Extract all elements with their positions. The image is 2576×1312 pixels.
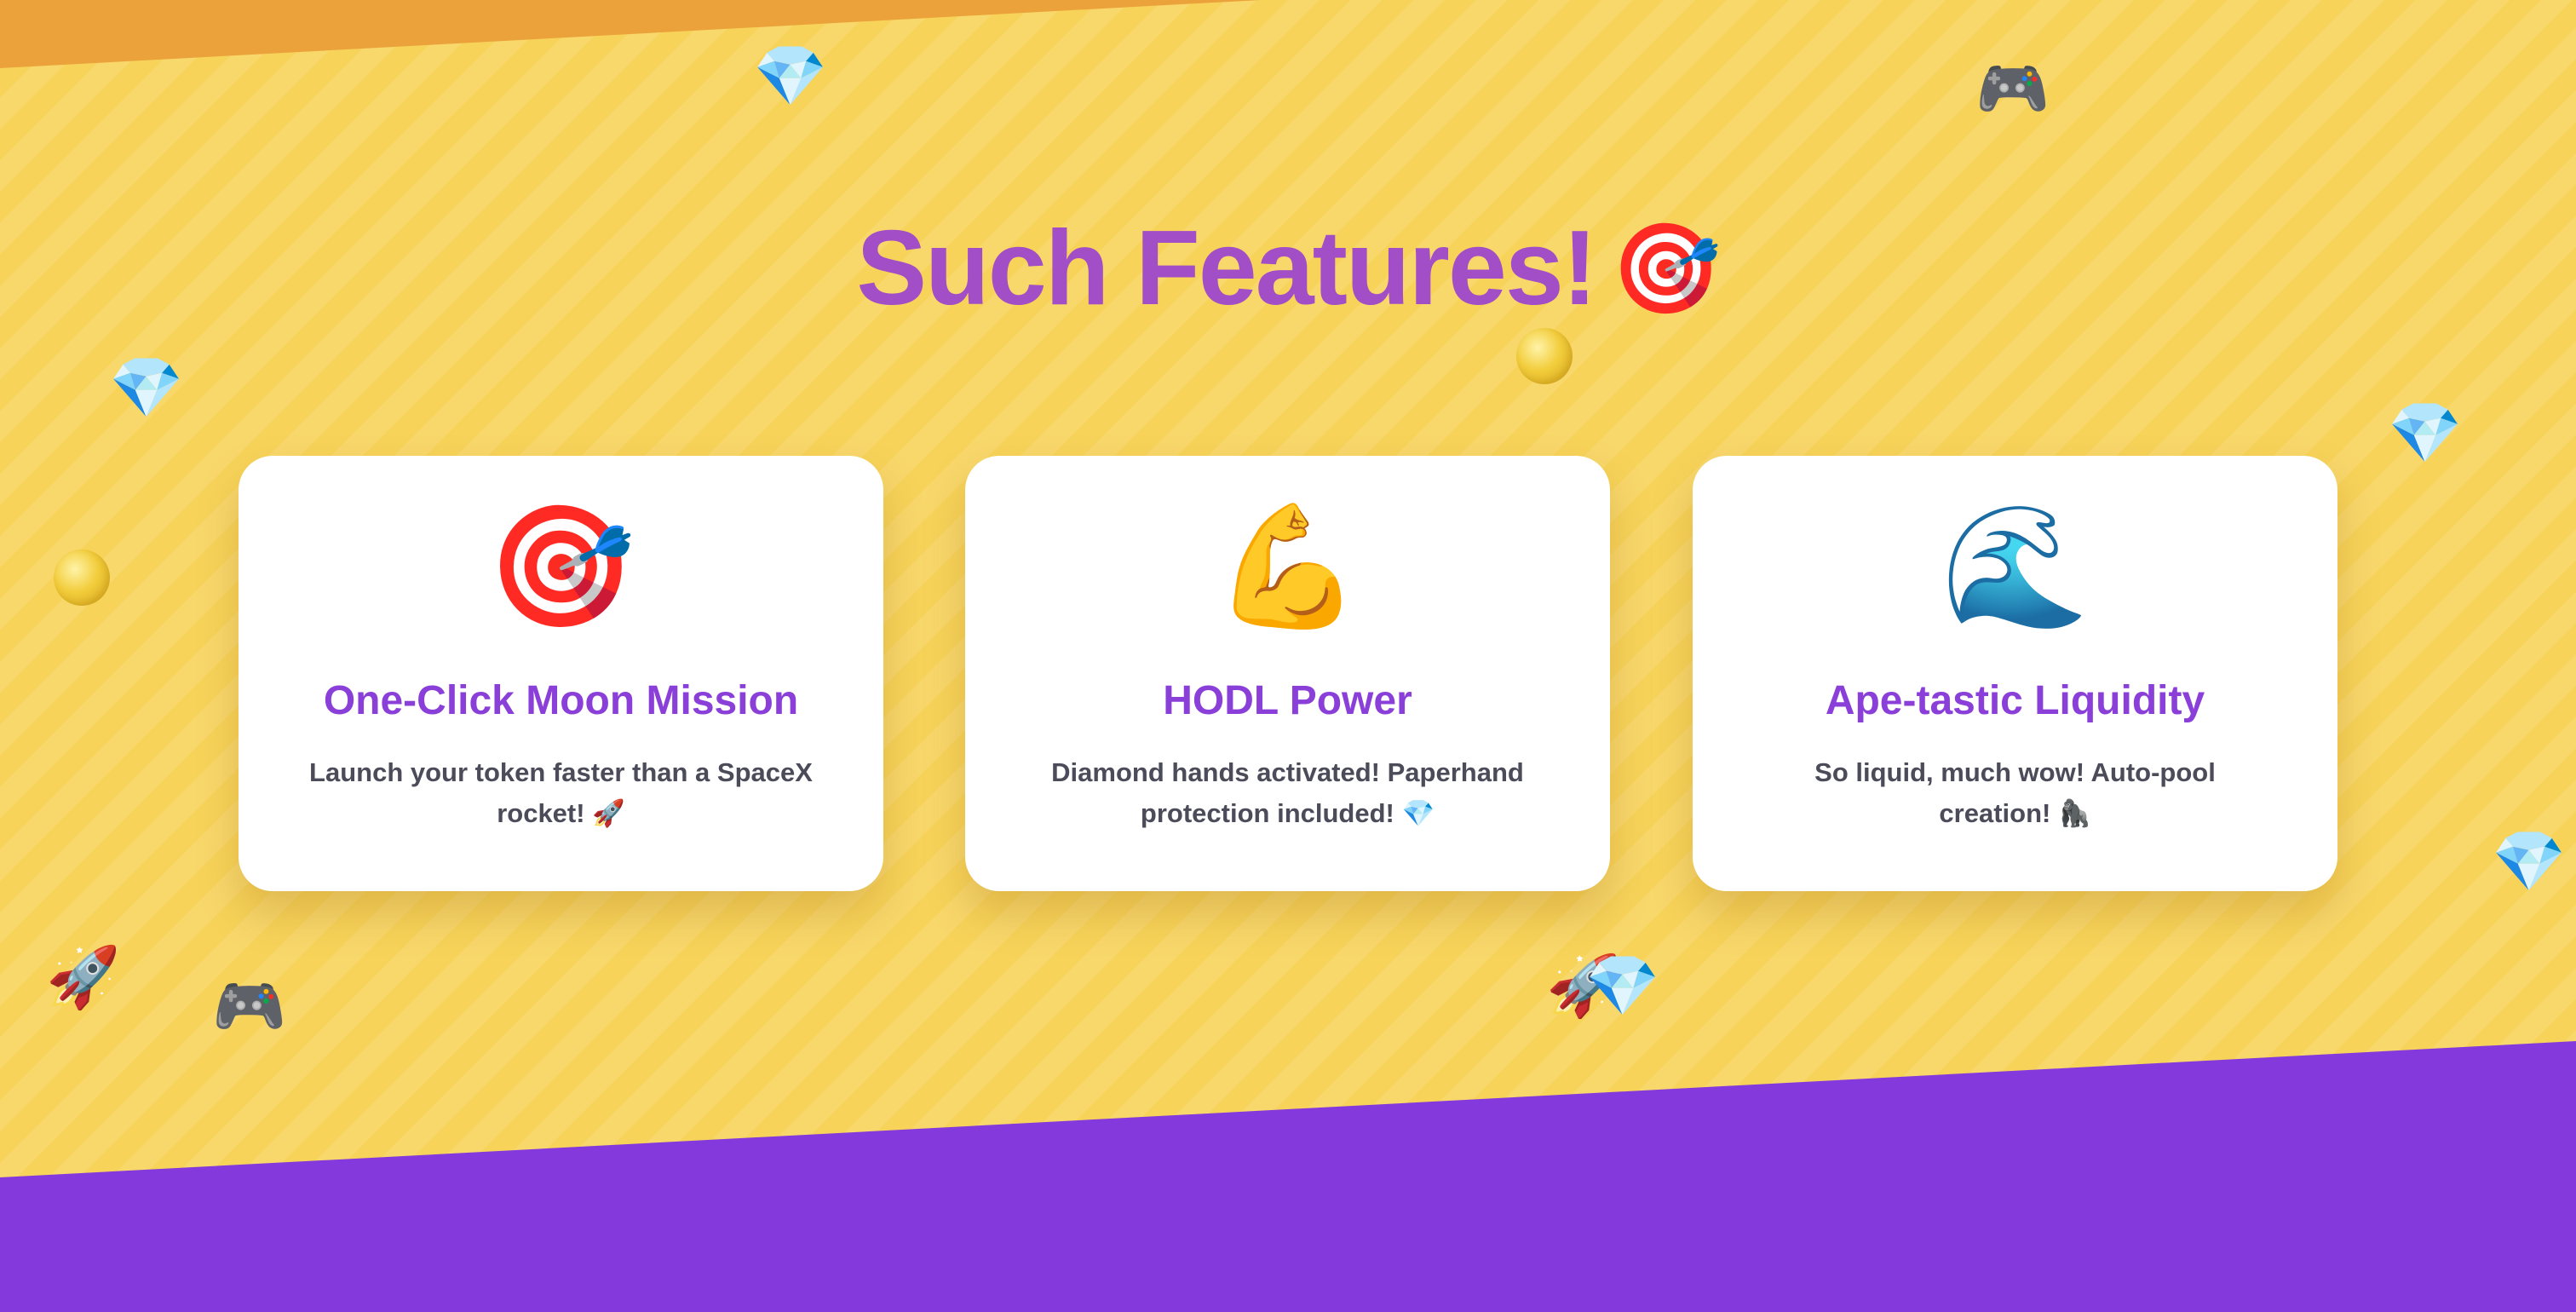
target-dart-icon: 🎯 (486, 499, 635, 633)
floating-gamepad-icon: 🎮 (1975, 55, 2050, 122)
feature-card-liquidity: 🌊 Ape-tastic Liquidity So liquid, much w… (1693, 456, 2337, 891)
features-section: 💎 🎮 💎 💎 💎 🚀 🎮 🚀 💎 Such Features! 🎯 🎯 One-… (0, 0, 2576, 1312)
water-wave-icon: 🌊 (1941, 499, 2090, 633)
section-title: Such Features! 🎯 (0, 204, 2576, 333)
floating-gamepad-icon: 🎮 (212, 973, 287, 1039)
feature-card-title: HODL Power (1163, 678, 1412, 723)
target-dart-icon: 🎯 (1611, 220, 1721, 319)
floating-rocket-icon: 🚀 (46, 944, 121, 1010)
top-decorative-band (0, 0, 1261, 68)
floating-diamond-icon: 💎 (2388, 400, 2463, 466)
floating-diamond-icon: 💎 (109, 354, 184, 421)
floating-diamond-icon: 💎 (2492, 828, 2567, 895)
flexed-biceps-icon: 💪 (1213, 499, 1362, 633)
feature-card-title: One-Click Moon Mission (323, 678, 799, 723)
feature-card-description: Launch your token faster than a SpaceX r… (309, 757, 813, 828)
feature-card-description: So liquid, much wow! Auto-pool creation!… (1814, 757, 2216, 828)
feature-card-hodl-power: 💪 HODL Power Diamond hands activated! Pa… (965, 456, 1610, 891)
feature-card-description: Diamond hands activated! Paperhand prote… (1051, 757, 1524, 828)
section-title-text: Such Features! (856, 210, 1597, 327)
floating-moon-coin-icon (1516, 328, 1573, 384)
feature-card-title: Ape-tastic Liquidity (1825, 678, 2205, 723)
feature-card-moon-mission: 🎯 One-Click Moon Mission Launch your tok… (239, 456, 883, 891)
floating-moon-coin-icon (54, 550, 110, 606)
floating-diamond-icon: 💎 (753, 43, 828, 109)
floating-rocket-icon: 🚀 (1546, 952, 1621, 1019)
floating-diamond-icon: 💎 (1585, 952, 1660, 1019)
